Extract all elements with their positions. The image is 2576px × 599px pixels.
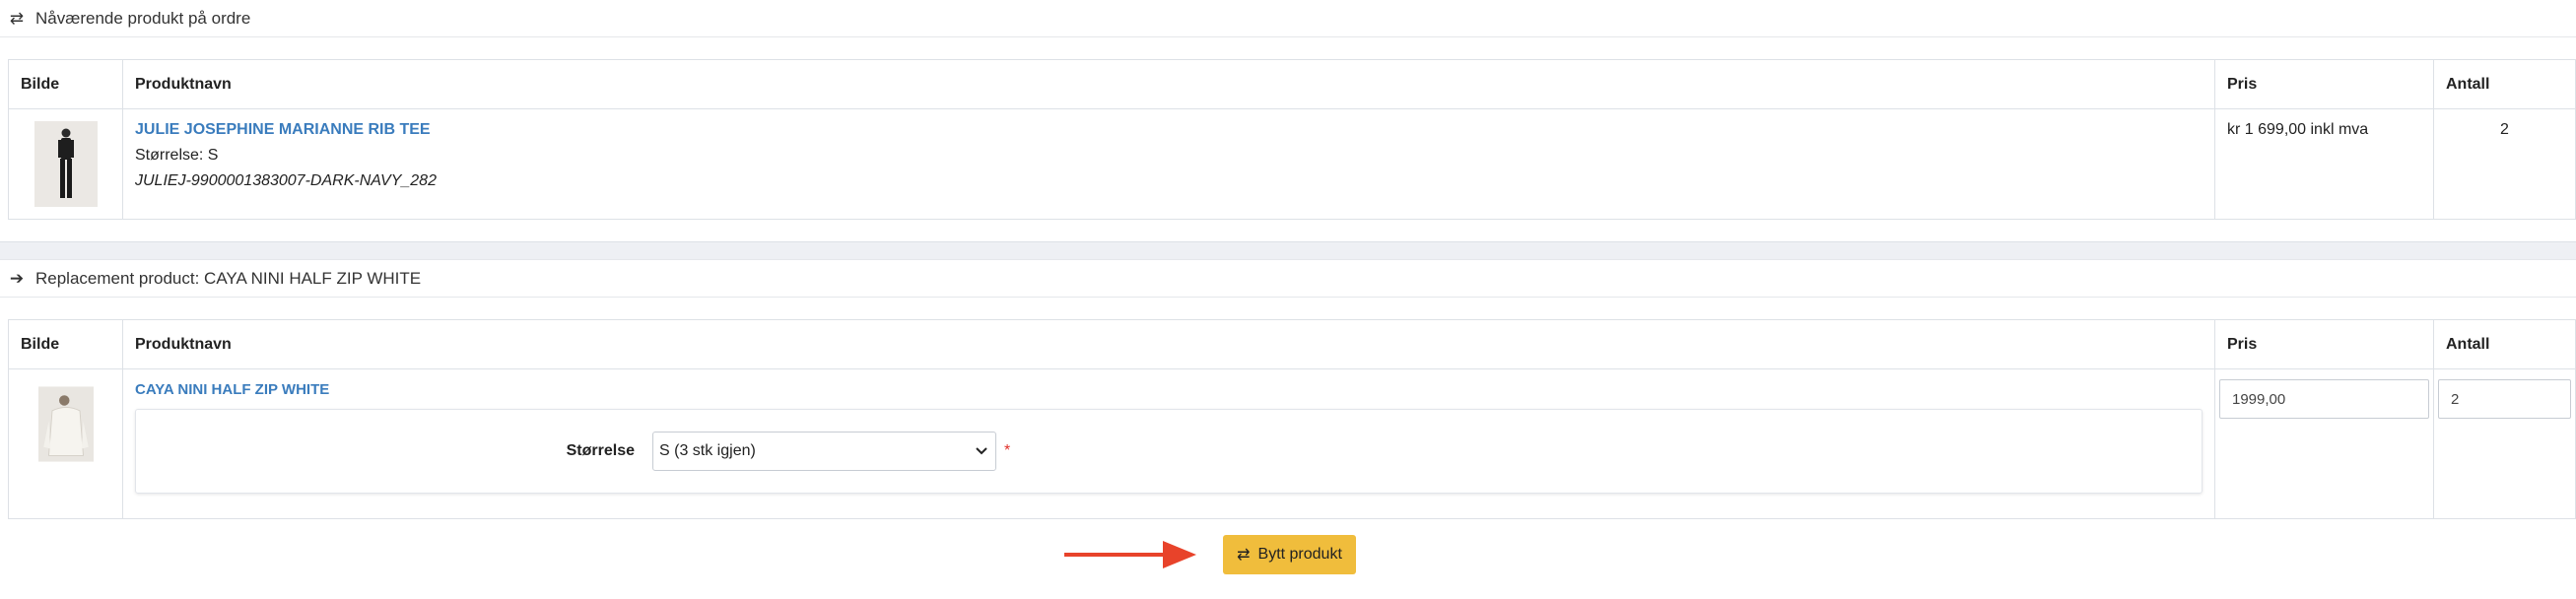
table-header-row: Bilde Produktnavn Pris Antall	[8, 59, 2576, 109]
chevron-down-icon	[976, 447, 987, 455]
current-product-section: ⇄ Nåværende produkt på ordre Bilde Produ…	[0, 0, 2576, 220]
arrow-right-icon: ➔	[9, 268, 25, 288]
size-select[interactable]: S (3 stk igjen)	[652, 432, 996, 471]
product-image-cell	[8, 368, 123, 519]
product-image-cell	[8, 108, 123, 220]
product-price-cell: kr 1 699,00 inkl mva	[2214, 108, 2434, 220]
product-image	[37, 386, 94, 462]
column-header-image: Bilde	[8, 319, 123, 369]
current-product-table: Bilde Produktnavn Pris Antall JULIE JOSE…	[8, 59, 2576, 220]
replacement-product-section: ➔ Replacement product: CAYA NINI HALF ZI…	[0, 259, 2576, 519]
product-info-cell: JULIE JOSEPHINE MARIANNE RIB TEE Størrel…	[122, 108, 2215, 220]
size-select-value: S (3 stk igjen)	[659, 442, 756, 459]
replacement-product-title: Replacement product: CAYA NINI HALF ZIP …	[35, 268, 422, 288]
current-product-title: Nåværende produkt på ordre	[35, 8, 251, 28]
qty-input[interactable]: 2	[2438, 379, 2571, 419]
product-sku-text: JULIEJ-9900001383007-DARK-NAVY_282	[135, 172, 437, 189]
swap-arrows-icon: ⇄	[1237, 547, 1251, 564]
size-label: Størrelse	[566, 442, 635, 459]
product-qty-cell: 2	[2433, 108, 2576, 220]
column-header-name: Produktnavn	[122, 319, 2215, 369]
price-input[interactable]: 1999,00	[2219, 379, 2429, 419]
required-marker: *	[1004, 442, 1011, 459]
product-size-text: Størrelse: S	[135, 147, 219, 164]
actions-bar: ⇄ Bytt produkt	[0, 519, 2576, 580]
column-header-price: Pris	[2214, 59, 2434, 109]
table-row: CAYA NINI HALF ZIP WHITE Størrelse S (3 …	[8, 368, 2576, 519]
price-input-cell: 1999,00	[2214, 368, 2434, 519]
variant-options-box: Størrelse S (3 stk igjen) *	[135, 409, 2203, 494]
column-header-price: Pris	[2214, 319, 2434, 369]
swap-product-button[interactable]: ⇄ Bytt produkt	[1223, 535, 1356, 574]
column-header-qty: Antall	[2433, 319, 2576, 369]
annotation-arrow-icon	[1064, 541, 1196, 568]
product-name-link[interactable]: JULIE JOSEPHINE MARIANNE RIB TEE	[135, 121, 431, 139]
section-divider	[0, 241, 2576, 259]
swap-product-label: Bytt produkt	[1257, 546, 1342, 563]
column-header-image: Bilde	[8, 59, 123, 109]
column-header-qty: Antall	[2433, 59, 2576, 109]
column-header-name: Produktnavn	[122, 59, 2215, 109]
swap-arrows-icon: ⇄	[9, 8, 25, 28]
table-header-row: Bilde Produktnavn Pris Antall	[8, 319, 2576, 369]
qty-input-cell: 2	[2433, 368, 2576, 519]
product-name-link[interactable]: CAYA NINI HALF ZIP WHITE	[135, 381, 329, 398]
current-product-header: ⇄ Nåværende produkt på ordre	[0, 0, 2576, 37]
product-info-cell: CAYA NINI HALF ZIP WHITE Størrelse S (3 …	[122, 368, 2215, 519]
product-image	[34, 121, 98, 207]
table-row: JULIE JOSEPHINE MARIANNE RIB TEE Størrel…	[8, 108, 2576, 220]
replacement-product-table: Bilde Produktnavn Pris Antall CAYA NINI …	[8, 319, 2576, 519]
replacement-product-header: ➔ Replacement product: CAYA NINI HALF ZI…	[0, 260, 2576, 298]
